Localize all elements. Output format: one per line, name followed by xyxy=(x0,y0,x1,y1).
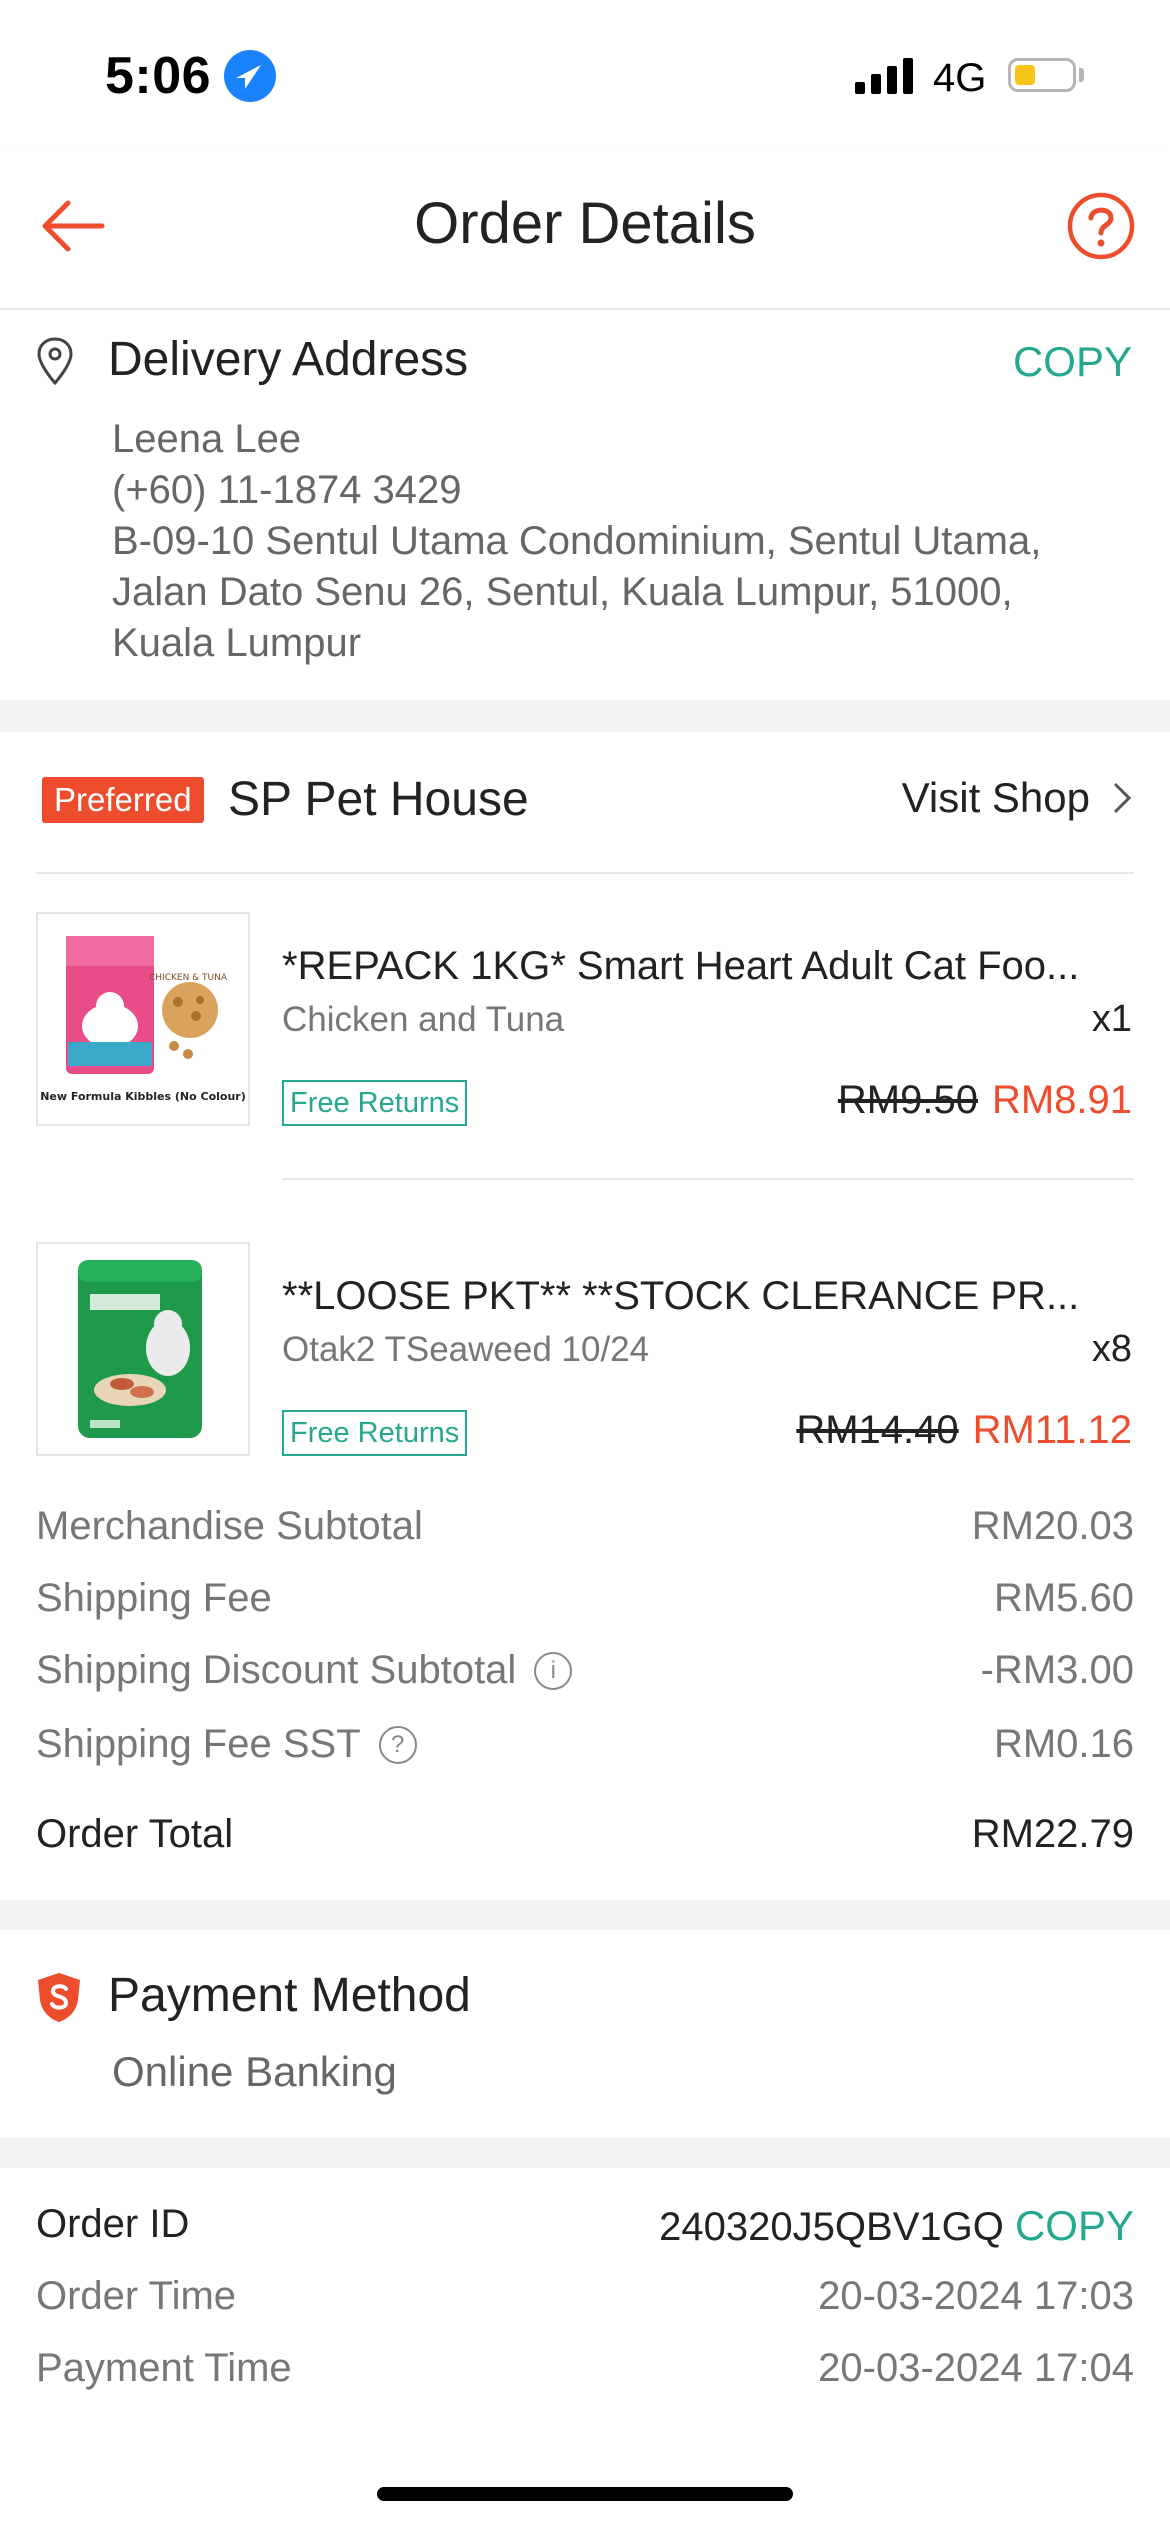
cellular-signal-icon xyxy=(855,58,913,94)
payment-time-value: 20-03-2024 17:04 xyxy=(818,2346,1134,2390)
preferred-badge: Preferred xyxy=(42,777,204,823)
product-variation: Chicken and Tuna xyxy=(282,1000,565,1039)
product-quantity: x1 xyxy=(1091,998,1132,1040)
product-price: RM9.50 RM8.91 xyxy=(838,1078,1132,1123)
shop-name[interactable]: SP Pet House xyxy=(228,772,529,827)
discounted-price: RM8.91 xyxy=(991,1078,1132,1122)
visit-shop-label: Visit Shop xyxy=(901,774,1090,821)
order-time-label: Order Time xyxy=(36,2274,237,2318)
original-price: RM9.50 xyxy=(837,1078,978,1122)
merchandise-subtotal-value: RM20.03 xyxy=(971,1504,1134,1548)
delivery-address-title: Delivery Address xyxy=(108,333,469,386)
product-price: RM14.40 RM11.12 xyxy=(796,1408,1132,1453)
shipping-discount-value: -RM3.00 xyxy=(980,1648,1134,1692)
cat-food-pouch-image xyxy=(78,1260,202,1438)
shipping-sst-row: Shipping Fee SST ? RM0.16 xyxy=(36,1722,1134,1767)
product-variation: Otak2 TSeaweed 10/24 xyxy=(282,1330,650,1369)
divider xyxy=(282,1178,1134,1180)
page-title: Order Details xyxy=(414,191,756,256)
shipping-sst-label: Shipping Fee SST xyxy=(36,1722,361,1766)
status-bar: 5:06 4G xyxy=(0,0,1170,150)
shipping-fee-label: Shipping Fee xyxy=(36,1576,272,1620)
shipping-sst-value: RM0.16 xyxy=(993,1722,1134,1766)
location-pin-icon xyxy=(37,337,73,386)
recipient-phone: (+60) 11-1874 3429 xyxy=(112,468,462,512)
home-indicator[interactable] xyxy=(377,2487,793,2501)
payment-time-row: Payment Time 20-03-2024 17:04 xyxy=(36,2346,1134,2391)
order-time-value: 20-03-2024 17:03 xyxy=(818,2274,1134,2318)
thumb-caption: New Formula Kibbles (No Colour) xyxy=(40,1090,246,1103)
address-details: Leena Lee (+60) 11-1874 3429 B-09-10 Sen… xyxy=(112,414,1041,669)
order-total-value: RM22.79 xyxy=(971,1812,1134,1856)
address-line-1: B-09-10 Sentul Utama Condominium, Sentul… xyxy=(112,519,1042,563)
shopee-shield-icon xyxy=(38,1973,80,2022)
free-returns-badge: Free Returns xyxy=(282,1080,468,1126)
shipping-fee-value: RM5.60 xyxy=(993,1576,1134,1620)
merchandise-subtotal-row: Merchandise Subtotal RM20.03 xyxy=(36,1504,1134,1549)
product-image[interactable] xyxy=(36,1242,250,1456)
product-name[interactable]: *REPACK 1KG* Smart Heart Adult Cat Foo..… xyxy=(282,944,1134,989)
order-info-section: Order ID 240320J5QBV1GQ COPY Order Time … xyxy=(0,2168,1170,2532)
visit-shop-link[interactable]: Visit Shop xyxy=(902,774,1132,822)
app-header: Order Details xyxy=(0,150,1170,310)
address-line-2: Jalan Dato Senu 26, Sentul, Kuala Lumpur… xyxy=(112,570,1013,614)
battery-icon xyxy=(1008,58,1076,92)
delivery-address-section: Delivery Address COPY Leena Lee (+60) 11… xyxy=(0,310,1170,700)
location-arrow-icon xyxy=(224,50,276,102)
thumb-tag: CHICKEN & TUNA xyxy=(149,973,228,983)
shipping-discount-label: Shipping Discount Subtotal xyxy=(36,1648,517,1692)
battery-tip xyxy=(1079,68,1084,82)
original-price: RM14.40 xyxy=(796,1408,959,1452)
help-icon[interactable] xyxy=(1066,191,1136,261)
status-time: 5:06 xyxy=(105,47,212,105)
divider xyxy=(36,872,1134,874)
shipping-fee-row: Shipping Fee RM5.60 xyxy=(36,1576,1134,1621)
copy-address-button[interactable]: COPY xyxy=(1013,338,1132,386)
order-total-label: Order Total xyxy=(36,1812,234,1856)
merchandise-subtotal-label: Merchandise Subtotal xyxy=(36,1504,423,1548)
order-id-label: Order ID xyxy=(36,2202,190,2246)
payment-method-section: Payment Method Online Banking xyxy=(0,1930,1170,2138)
order-total-row: Order Total RM22.79 xyxy=(36,1812,1134,1857)
chevron-right-icon xyxy=(1113,782,1132,814)
product-name[interactable]: **LOOSE PKT** **STOCK CLERANCE PR... xyxy=(282,1274,1134,1319)
recipient-name: Leena Lee xyxy=(112,417,302,461)
copy-order-id-button[interactable]: COPY xyxy=(1015,2202,1134,2249)
payment-method-title: Payment Method xyxy=(108,1969,471,2022)
product-quantity: x8 xyxy=(1091,1328,1132,1370)
payment-time-label: Payment Time xyxy=(36,2346,292,2390)
network-type: 4G xyxy=(933,56,987,100)
order-id-value: 240320J5QBV1GQ xyxy=(659,2205,1004,2249)
shipping-discount-row: Shipping Discount Subtotal i -RM3.00 xyxy=(36,1648,1134,1693)
info-icon[interactable]: i xyxy=(534,1651,573,1690)
free-returns-badge: Free Returns xyxy=(282,1410,468,1456)
order-time-row: Order Time 20-03-2024 17:03 xyxy=(36,2274,1134,2319)
shop-order-section: Preferred SP Pet House Visit Shop CHICKE… xyxy=(0,732,1170,1900)
question-icon[interactable]: ? xyxy=(378,1725,417,1764)
product-image[interactable]: CHICKEN & TUNA New Formula Kibbles (No C… xyxy=(36,912,250,1126)
payment-method-value: Online Banking xyxy=(112,2048,397,2095)
address-line-3: Kuala Lumpur xyxy=(112,621,362,665)
order-id-row: Order ID 240320J5QBV1GQ COPY xyxy=(36,2202,1134,2250)
discounted-price: RM11.12 xyxy=(972,1408,1132,1452)
cat-food-bag-image: CHICKEN & TUNA New Formula Kibbles (No C… xyxy=(40,936,246,1103)
